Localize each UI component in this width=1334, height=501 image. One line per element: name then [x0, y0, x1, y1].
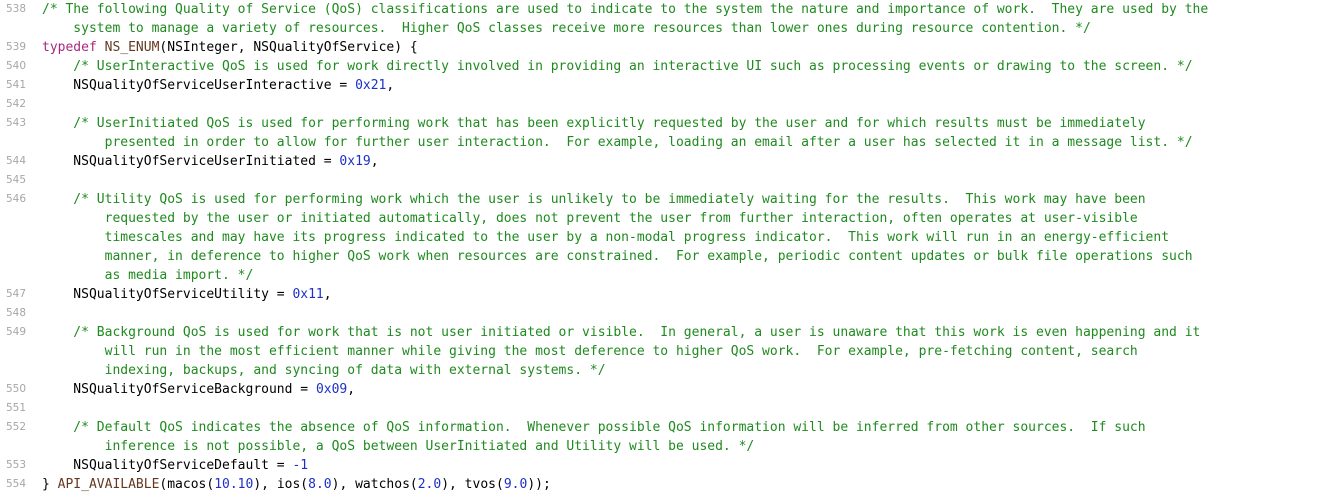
punctuation: , — [347, 382, 356, 397]
line-number: 543 — [5, 117, 26, 129]
code-plain: )); — [527, 477, 551, 492]
code-line-543-wrap[interactable]: presented in order to allow for further … — [0, 133, 1334, 152]
comment: /* UserInteractive QoS is used for work … — [42, 59, 1193, 74]
comment: /* The following Quality of Service (QoS… — [42, 2, 1209, 17]
enum-value: 0x09 — [315, 382, 348, 397]
code-plain: ), watchos( — [331, 477, 418, 492]
punctuation: , — [386, 78, 395, 93]
enum-value: 0x11 — [292, 287, 324, 302]
line-number: 544 — [5, 155, 26, 167]
code-line-538-wrap[interactable]: system to manage a variety of resources.… — [0, 19, 1334, 38]
comment: will run in the most efficient manner wh… — [42, 344, 1138, 359]
punctuation: , — [323, 287, 332, 302]
line-number: 538 — [5, 3, 26, 15]
code-plain: ), tvos( — [441, 477, 504, 492]
code-line-550[interactable]: 550 NSQualityOfServiceBackground = 0x09, — [0, 380, 1334, 399]
macro-ns-enum: NS_ENUM — [104, 40, 160, 55]
code-line-542[interactable]: 542 — [0, 95, 1334, 114]
comment: timescales and may have its progress ind… — [42, 230, 1170, 245]
code-plain: (macos( — [159, 477, 215, 492]
code-line-544[interactable]: 544 NSQualityOfServiceUserInitiated = 0x… — [0, 152, 1334, 171]
code-text: typedef NS_ENUM(NSInteger, NSQualityOfSe… — [42, 38, 418, 57]
version-number: 10.10 — [214, 477, 254, 492]
code-line-547[interactable]: 547 NSQualityOfServiceUtility = 0x11, — [0, 285, 1334, 304]
code-line-539[interactable]: 539 typedef NS_ENUM(NSInteger, NSQuality… — [0, 38, 1334, 57]
line-number: 542 — [5, 98, 26, 110]
line-number: 553 — [5, 459, 26, 471]
code-line-543[interactable]: 543 /* UserInitiated QoS is used for per… — [0, 114, 1334, 133]
line-number: 549 — [5, 326, 26, 338]
code-editor[interactable]: 538 /* The following Quality of Service … — [0, 0, 1334, 501]
code-line-552-wrap[interactable]: inference is not possible, a QoS between… — [0, 437, 1334, 456]
comment: inference is not possible, a QoS between… — [42, 439, 755, 454]
code-line-549-wrap[interactable]: will run in the most efficient manner wh… — [0, 342, 1334, 361]
keyword-typedef: typedef — [42, 40, 97, 55]
code-line-540[interactable]: 540 /* UserInteractive QoS is used for w… — [0, 57, 1334, 76]
code-line-538[interactable]: 538 /* The following Quality of Service … — [0, 0, 1334, 19]
comment: manner, in deference to higher QoS work … — [42, 249, 1193, 264]
line-number: 540 — [5, 60, 26, 72]
comment: /* Default QoS indicates the absence of … — [42, 420, 1146, 435]
comment: system to manage a variety of resources.… — [42, 21, 1091, 36]
closing-brace: } — [42, 477, 58, 492]
comment: presented in order to allow for further … — [42, 135, 1193, 150]
version-number: 8.0 — [308, 477, 332, 492]
code-line-554[interactable]: 554 } API_AVAILABLE(macos(10.10), ios(8.… — [0, 475, 1334, 494]
enum-member-name: NSQualityOfServiceUserInteractive = — [42, 78, 356, 93]
code-text: NSQualityOfServiceBackground = 0x09, — [42, 380, 355, 399]
code-plain: (NSInteger, NSQualityOfService) { — [159, 40, 418, 55]
code-text: NSQualityOfServiceUtility = 0x11, — [42, 285, 332, 304]
code-line-549[interactable]: 549 /* Background QoS is used for work t… — [0, 323, 1334, 342]
comment: indexing, backups, and syncing of data w… — [42, 363, 606, 378]
version-number: 9.0 — [503, 477, 528, 492]
code-line-548[interactable]: 548 — [0, 304, 1334, 323]
enum-member-name: NSQualityOfServiceUserInitiated = — [42, 154, 340, 169]
macro-api-available: API_AVAILABLE — [57, 477, 160, 492]
code-line-546-wrap[interactable]: timescales and may have its progress ind… — [0, 228, 1334, 247]
line-number: 552 — [5, 421, 26, 433]
code-text: NSQualityOfServiceUserInteractive = 0x21… — [42, 76, 394, 95]
code-line-546-wrap[interactable]: manner, in deference to higher QoS work … — [0, 247, 1334, 266]
code-line-541[interactable]: 541 NSQualityOfServiceUserInteractive = … — [0, 76, 1334, 95]
comment: /* UserInitiated QoS is used for perform… — [42, 116, 1146, 131]
code-text: NSQualityOfServiceDefault = -1 — [42, 456, 308, 475]
comment: requested by the user or initiated autom… — [42, 211, 1138, 226]
code-line-546[interactable]: 546 /* Utility QoS is used for performin… — [0, 190, 1334, 209]
line-number: 547 — [5, 288, 26, 300]
code-text: } API_AVAILABLE(macos(10.10), ios(8.0), … — [42, 475, 551, 494]
line-number: 550 — [5, 383, 26, 395]
code-line-546-wrap[interactable]: requested by the user or initiated autom… — [0, 209, 1334, 228]
code-line-551[interactable]: 551 — [0, 399, 1334, 418]
line-number: 554 — [5, 478, 26, 490]
code-line-553[interactable]: 553 NSQualityOfServiceDefault = -1 — [0, 456, 1334, 475]
enum-member-name: NSQualityOfServiceDefault = — [42, 458, 293, 473]
comment: as media import. */ — [42, 268, 254, 283]
code-line-552[interactable]: 552 /* Default QoS indicates the absence… — [0, 418, 1334, 437]
code-line-549-wrap[interactable]: indexing, backups, and syncing of data w… — [0, 361, 1334, 380]
comment: /* Utility QoS is used for performing wo… — [42, 192, 1146, 207]
line-number: 539 — [5, 41, 26, 53]
line-number: 545 — [5, 174, 26, 186]
line-number: 541 — [5, 79, 26, 91]
enum-member-name: NSQualityOfServiceUtility = — [42, 287, 293, 302]
enum-value: 0x19 — [339, 154, 371, 169]
version-number: 2.0 — [417, 477, 442, 492]
line-number: 546 — [5, 193, 26, 205]
comment: /* Background QoS is used for work that … — [42, 325, 1201, 340]
code-line-546-wrap[interactable]: as media import. */ — [0, 266, 1334, 285]
enum-member-name: NSQualityOfServiceBackground = — [42, 382, 316, 397]
enum-value: 0x21 — [355, 78, 387, 93]
punctuation: , — [370, 154, 379, 169]
code-plain: ), ios( — [253, 477, 309, 492]
enum-value: -1 — [292, 458, 309, 473]
code-line-545[interactable]: 545 — [0, 171, 1334, 190]
line-number: 548 — [5, 307, 26, 319]
code-text: NSQualityOfServiceUserInitiated = 0x19, — [42, 152, 379, 171]
line-number: 551 — [5, 402, 26, 414]
